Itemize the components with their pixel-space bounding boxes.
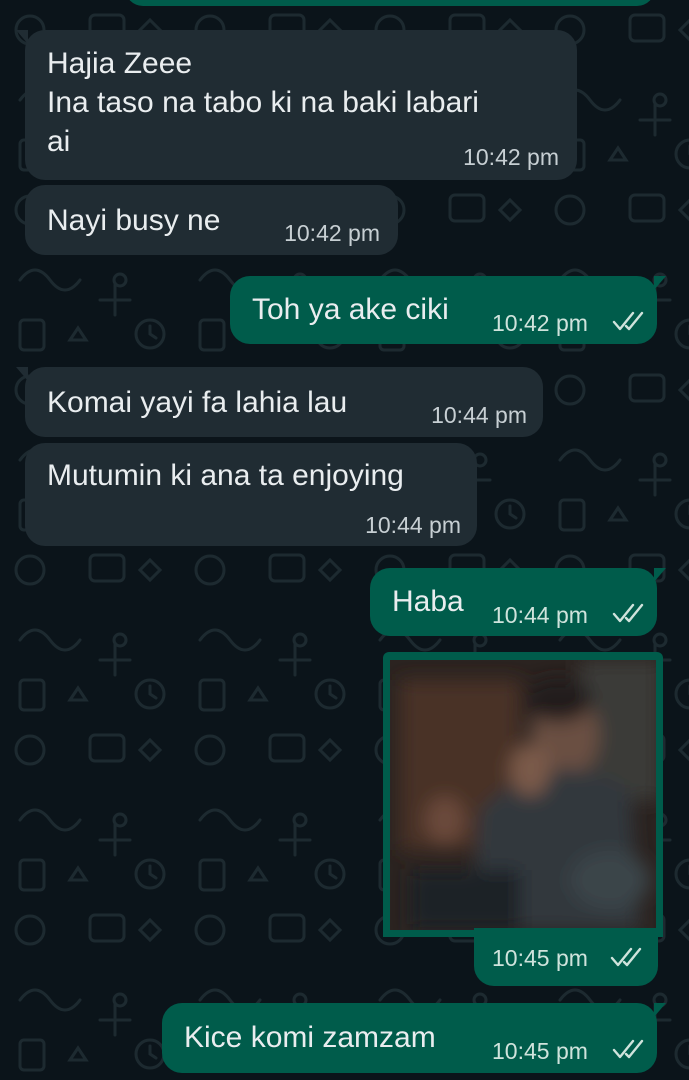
image-caption-bar: 10:45 pm [474, 928, 658, 986]
message-time: 10:45 pm [492, 1038, 588, 1064]
message-bubble-outgoing[interactable]: Kice komi zamzam 10:45 pm [162, 1003, 666, 1073]
message-time: 10:42 pm [284, 220, 380, 246]
double-check-icon [612, 311, 644, 331]
message-text: Toh ya ake ciki [252, 293, 449, 326]
message-text: Haba [392, 585, 464, 618]
double-check-icon [612, 1039, 644, 1059]
message-bubble-outgoing[interactable]: Toh ya ake ciki 10:42 pm [230, 276, 666, 344]
message-text: Komai yayi fa lahia lau [47, 386, 348, 419]
message-text: Mutumin ki ana ta enjoying [47, 459, 404, 492]
message-bubble-incoming[interactable]: Mutumin ki ana ta enjoying 10:44 pm [25, 443, 477, 546]
message-bubble-incoming[interactable]: Nayi busy ne 10:42 pm [25, 185, 398, 255]
image-message-bubble[interactable] [383, 652, 663, 937]
previous-message-bubble [125, 0, 655, 6]
message-text: Kice komi zamzam [184, 1021, 436, 1054]
message-time: 10:42 pm [492, 310, 588, 336]
message-bubble-incoming[interactable]: Hajia Zeee Ina taso na tabo ki na baki l… [16, 30, 577, 180]
message-time: 10:44 pm [431, 402, 527, 428]
message-bubble-incoming[interactable]: Komai yayi fa lahia lau 10:44 pm [16, 367, 543, 437]
message-time: 10:42 pm [463, 144, 559, 170]
message-time: 10:44 pm [492, 602, 588, 628]
photo-content [390, 660, 656, 930]
message-text: Nayi busy ne [47, 204, 221, 237]
double-check-icon [612, 603, 644, 623]
double-check-icon [610, 947, 642, 967]
blurred-photo[interactable] [390, 660, 656, 930]
message-time: 10:44 pm [365, 512, 461, 538]
message-time: 10:45 pm [492, 945, 588, 971]
message-bubble-outgoing[interactable]: Haba 10:44 pm [370, 568, 666, 636]
